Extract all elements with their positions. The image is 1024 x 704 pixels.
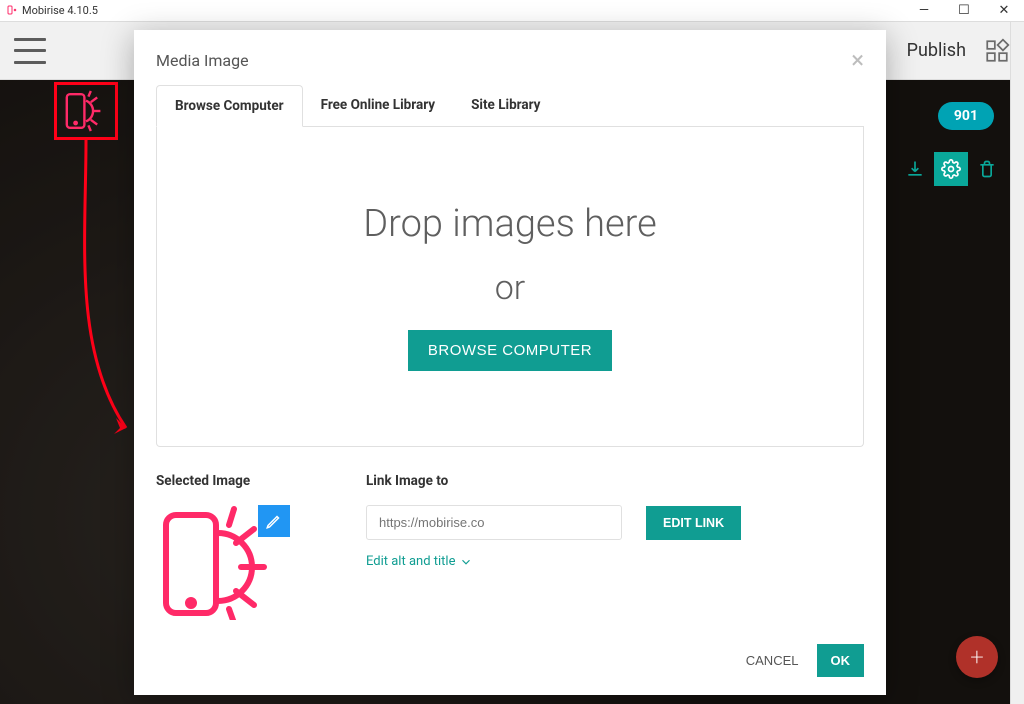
- media-image-modal: Media Image × Browse Computer Free Onlin…: [134, 30, 886, 695]
- modal-title: Media Image: [156, 51, 249, 70]
- annotation-highlight-box: [54, 82, 118, 140]
- download-icon[interactable]: [898, 152, 932, 186]
- chevron-down-icon: [459, 555, 473, 569]
- mobirise-logo-icon[interactable]: [57, 85, 115, 137]
- dropzone[interactable]: Drop images here or BROWSE COMPUTER: [156, 127, 864, 447]
- trash-icon[interactable]: [970, 152, 1004, 186]
- edit-link-button[interactable]: EDIT LINK: [646, 506, 741, 540]
- minimize-button[interactable]: —: [904, 0, 944, 22]
- tab-site-library[interactable]: Site Library: [453, 85, 558, 127]
- pencil-icon: [265, 512, 283, 530]
- window-title: Mobirise 4.10.5: [22, 4, 98, 17]
- edit-alt-title-toggle[interactable]: Edit alt and title: [366, 554, 473, 569]
- app-icon: [4, 4, 18, 18]
- vertical-scrollbar[interactable]: [1010, 22, 1024, 704]
- hamburger-menu-icon[interactable]: [14, 38, 46, 64]
- maximize-button[interactable]: ☐: [944, 0, 984, 22]
- edit-alt-title-label: Edit alt and title: [366, 554, 455, 569]
- edit-image-button[interactable]: [258, 505, 290, 537]
- tab-strip: Browse Computer Free Online Library Site…: [156, 84, 864, 127]
- drop-text: Drop images here: [363, 202, 656, 246]
- modal-footer: CANCEL OK: [156, 644, 864, 677]
- link-url-input[interactable]: [366, 505, 622, 540]
- gear-icon[interactable]: [934, 152, 968, 186]
- modal-header: Media Image ×: [156, 48, 864, 72]
- tab-free-online-library[interactable]: Free Online Library: [303, 85, 454, 127]
- selected-image-thumbnail[interactable]: [156, 505, 286, 620]
- selected-image-label: Selected Image: [156, 473, 336, 489]
- or-text: or: [495, 268, 526, 308]
- browse-computer-button[interactable]: BROWSE COMPUTER: [408, 330, 612, 371]
- extensions-icon[interactable]: [984, 38, 1010, 64]
- window-titlebar: Mobirise 4.10.5 — ☐ ✕: [0, 0, 1024, 22]
- close-icon[interactable]: ×: [851, 48, 864, 72]
- counter-badge[interactable]: 901: [938, 102, 994, 130]
- link-image-to-label: Link Image to: [366, 473, 864, 489]
- block-tools: [898, 152, 1004, 186]
- cancel-button[interactable]: CANCEL: [746, 653, 799, 668]
- close-window-button[interactable]: ✕: [984, 0, 1024, 22]
- add-block-fab[interactable]: +: [956, 636, 998, 678]
- plus-icon: +: [970, 643, 984, 671]
- ok-button[interactable]: OK: [817, 644, 865, 677]
- tab-browse-computer[interactable]: Browse Computer: [156, 85, 303, 127]
- publish-button[interactable]: Publish: [907, 40, 966, 61]
